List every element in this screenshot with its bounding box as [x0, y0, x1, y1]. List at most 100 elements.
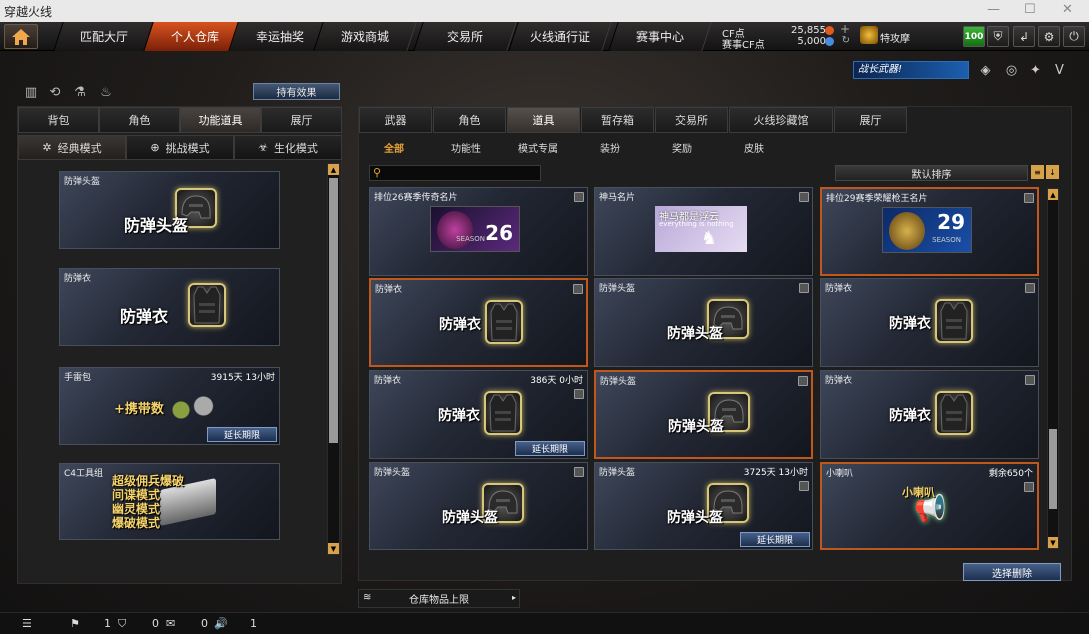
team-count: 1 [104, 617, 111, 630]
storage-limit[interactable]: ≋ 仓库物品上限 ▸ [358, 589, 520, 608]
wing-icon[interactable]: ✦ [1027, 62, 1044, 79]
rank-badge-icon [860, 26, 878, 44]
exit-room-icon[interactable]: ↲ [1013, 26, 1035, 47]
scroll-up-icon[interactable]: ▲ [328, 164, 339, 175]
item-time: 386天 0小时 [530, 376, 583, 386]
nav-tab-6[interactable]: 赛事中心 [608, 22, 712, 51]
menu-icon[interactable]: ☰ [22, 617, 32, 630]
search-input[interactable]: ⚲ [369, 165, 541, 181]
chat-icon[interactable]: ✉ [166, 617, 175, 630]
storage-item-card[interactable]: 防弹衣 386天 0小时 防弹衣 延长期限 [369, 370, 588, 459]
filter-tab-1[interactable]: 功能性 [430, 139, 502, 155]
right-scroll-thumb[interactable] [1049, 429, 1057, 509]
item-name: 防弹衣 [825, 376, 853, 386]
right-tab-0[interactable]: 武器 [359, 107, 432, 133]
scroll-down-icon[interactable]: ▼ [328, 543, 339, 554]
left-tab-1[interactable]: 角色 [99, 107, 180, 133]
team-icon[interactable]: ⚑ [70, 617, 80, 630]
nav-tab-4[interactable]: 交易所 [413, 22, 517, 51]
ranking-icon[interactable]: ▥ [23, 84, 39, 100]
cycle-icon[interactable]: ⟲ [47, 84, 63, 100]
sort-dropdown[interactable]: 默认排序 [835, 165, 1028, 181]
layers-icon: ≋ [363, 592, 372, 603]
mix-icon[interactable]: ⚗ [72, 84, 88, 100]
storage-item-card[interactable]: 防弹衣 防弹衣 [820, 370, 1039, 459]
storage-item-card[interactable]: 防弹衣 防弹衣 [820, 278, 1039, 367]
shield-icon[interactable]: ⛨ [987, 26, 1009, 47]
right-tab-3[interactable]: 暂存箱 [581, 107, 654, 133]
left-tab-2[interactable]: 功能道具 [180, 107, 261, 133]
maximize-icon[interactable]: ☐ [1024, 2, 1036, 17]
match-cf-label: 赛事CF点 [722, 40, 765, 51]
nav-tab-5[interactable]: 火线通行证 [508, 22, 612, 51]
close-icon[interactable]: ✕ [1062, 2, 1073, 17]
extend-button[interactable]: 延长期限 [515, 441, 585, 456]
storage-item-card[interactable]: 神马名片 神马都是浮云 everything is nothing ♞ [594, 187, 813, 276]
expand-icon[interactable]: ▸ [512, 593, 516, 602]
right-tab-5[interactable]: 火线珍藏馆 [729, 107, 833, 133]
left-item-card[interactable]: 防弹衣 防弹衣 [59, 268, 280, 346]
mode-tab-2[interactable]: ☣ 生化模式 [234, 135, 342, 160]
level-badge[interactable]: 100 [963, 26, 985, 47]
add-icon[interactable]: + [840, 22, 850, 36]
nav-tab-label: 游戏商城 [340, 30, 389, 44]
name-card-image: 26 SEASON [430, 206, 520, 252]
settings-icon[interactable]: ⚙ [1038, 26, 1060, 47]
mode-tab-0[interactable]: ✲ 经典模式 [18, 135, 126, 160]
right-tab-4[interactable]: 交易所 [655, 107, 728, 133]
left-item-card[interactable]: 防弹头盔 防弹头盔 [59, 171, 280, 249]
user-name: 特攻摩 [880, 34, 910, 45]
list-view-icon[interactable]: ≡ [1031, 165, 1044, 179]
minimize-icon[interactable]: — [987, 2, 1000, 17]
left-item-card[interactable]: 手雷包 +携带数 3915天 13小时 延长期限 [59, 367, 280, 445]
mode-tab-1[interactable]: ⊕ 挑战模式 [126, 135, 234, 160]
vip-icon[interactable]: V [1051, 62, 1068, 79]
filter-tab-0[interactable]: 全部 [358, 139, 430, 155]
scroll-down-icon[interactable]: ▼ [1048, 537, 1058, 548]
storage-item-card[interactable]: 防弹衣 防弹衣 [369, 278, 588, 367]
left-scroll-thumb[interactable] [329, 178, 338, 443]
nav-tab-label: 匹配大厅 [79, 30, 128, 44]
left-scrollbar[interactable]: ▲ ▼ [327, 163, 340, 555]
nav-tab-3[interactable]: 游戏商城 [313, 22, 417, 51]
lock-icon [574, 467, 584, 477]
vest-icon [935, 391, 973, 435]
left-tab-0[interactable]: 背包 [18, 107, 99, 133]
filter-tab-4[interactable]: 奖励 [646, 139, 718, 155]
guard-icon[interactable]: ⛉ [118, 617, 126, 631]
effect-button[interactable]: 持有效果 [253, 83, 340, 100]
left-tab-3[interactable]: 展厅 [261, 107, 342, 133]
delete-selected-button[interactable]: 选择删除 [963, 563, 1061, 581]
search-icon: ⚲ [373, 166, 382, 179]
filter-tab-2[interactable]: 模式专属 [502, 139, 574, 155]
extend-button[interactable]: 延长期限 [740, 532, 810, 547]
home-button[interactable] [4, 24, 38, 49]
refresh-icon[interactable]: ↻ [842, 35, 850, 46]
storage-item-card[interactable]: 小喇叭 剩余650个 📢 小喇叭 [820, 462, 1039, 550]
weapon-banner[interactable]: 战长武器! [853, 61, 969, 79]
right-tab-6[interactable]: 展厅 [834, 107, 907, 133]
storage-item-card[interactable]: 排位26赛季传奇名片 26 SEASON [369, 187, 588, 276]
storage-item-card[interactable]: 防弹头盔 防弹头盔 [594, 278, 813, 367]
emblem-icon[interactable]: ◈ [977, 62, 994, 79]
power-icon[interactable]: ⏻ [1063, 26, 1085, 47]
storage-item-card[interactable]: 防弹头盔 3725天 13小时 防弹头盔 延长期限 [594, 462, 813, 550]
speaker-icon[interactable]: 🔊 [214, 617, 228, 630]
nav-tab-0[interactable]: 匹配大厅 [53, 22, 155, 51]
storage-item-card[interactable]: 防弹头盔 防弹头盔 [594, 370, 813, 459]
left-item-card[interactable]: C4工具组 超级佣兵爆破 间谍模式 幽灵模式 爆破模式 [59, 463, 280, 540]
bag-icon[interactable]: ♨ [98, 84, 114, 100]
right-tab-2[interactable]: 道具 [507, 107, 580, 133]
sort-arrow-icon[interactable]: ↓ [1046, 165, 1059, 179]
storage-item-card[interactable]: 排位29赛季荣耀枪王名片 29 SEASON [820, 187, 1039, 276]
crosshair-icon[interactable]: ◎ [1003, 62, 1020, 79]
right-scrollbar[interactable]: ▲ ▼ [1047, 188, 1059, 549]
item-label: 防弹头盔 [124, 216, 189, 235]
filter-tab-5[interactable]: 皮肤 [718, 139, 790, 155]
scroll-up-icon[interactable]: ▲ [1048, 189, 1058, 200]
match-coin-icon [825, 37, 834, 46]
extend-button[interactable]: 延长期限 [207, 427, 277, 442]
filter-tab-3[interactable]: 装扮 [574, 139, 646, 155]
storage-item-card[interactable]: 防弹头盔 防弹头盔 [369, 462, 588, 550]
right-tab-1[interactable]: 角色 [433, 107, 506, 133]
